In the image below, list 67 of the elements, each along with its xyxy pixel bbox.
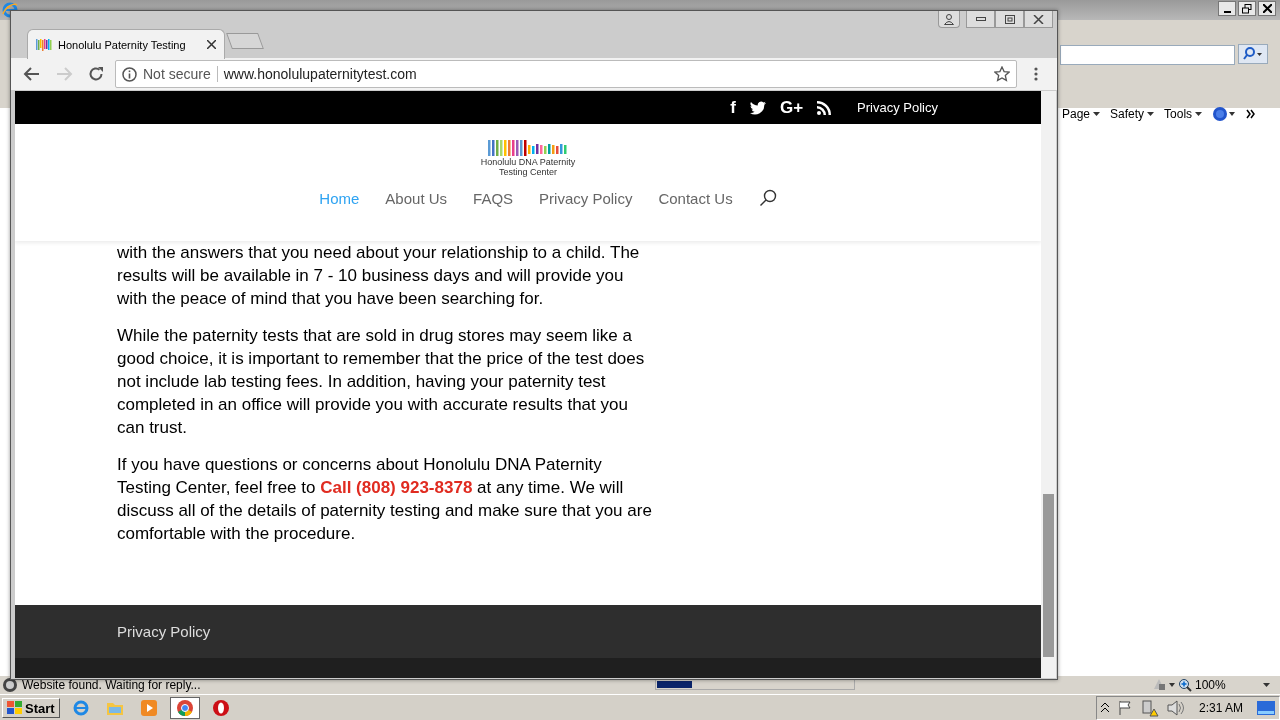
maximize-icon	[1004, 14, 1015, 24]
person-icon	[944, 13, 954, 25]
facebook-icon[interactable]: f	[730, 97, 736, 118]
minimize-icon	[975, 17, 986, 21]
address-bar[interactable]: Not secure www.honolulupaternitytest.com	[115, 60, 1017, 88]
url-text: www.honolulupaternitytest.com	[223, 66, 418, 82]
menu-button[interactable]: Page	[1062, 107, 1101, 121]
logo-text: Honolulu DNA Paternity	[480, 157, 576, 167]
nav-link[interactable]: Privacy Policy	[539, 189, 633, 207]
security-icon[interactable]	[1152, 677, 1176, 692]
search-field[interactable]	[1060, 45, 1235, 65]
paragraph: with the answers that you need about your relationship to a child. The results will be available in 7 - 10 business days and will provide you with the peace of mind that you have been searching for.	[117, 242, 641, 310]
restore-icon	[1242, 3, 1252, 14]
logo-text: Testing Center	[499, 167, 557, 177]
scroll-thumb[interactable]	[1043, 494, 1054, 657]
search-icon	[1243, 47, 1263, 61]
maximize-button[interactable]	[995, 11, 1024, 28]
minimize-button[interactable]	[1218, 1, 1236, 16]
nav-link[interactable]: FAQS	[473, 189, 514, 207]
windows-logo-icon	[7, 701, 23, 715]
flag-icon[interactable]	[1116, 700, 1133, 716]
call-link[interactable]: Call (808) 923-8378	[320, 478, 473, 497]
network-warning-icon[interactable]	[1140, 699, 1159, 717]
caret-icon	[1195, 112, 1203, 116]
caret-icon	[1093, 112, 1101, 116]
scrollbar[interactable]	[1041, 91, 1056, 678]
nav-link[interactable]: About Us	[385, 189, 448, 207]
close-icon	[1262, 4, 1272, 13]
info-icon[interactable]	[122, 66, 137, 82]
paragraph: If you have questions or concerns about Honolulu DNA Paternity Testing Center, feel free to Call (808) 923-8378 at any time. We will discuss all of the details of paternity testing and make sure that you are comfortable with the procedure.	[117, 454, 653, 545]
help-icon[interactable]	[1212, 106, 1237, 122]
search-button[interactable]	[1238, 44, 1268, 64]
more-icon[interactable]	[1246, 109, 1257, 119]
menu-button[interactable]: Safety	[1110, 107, 1155, 121]
caret-icon	[1262, 683, 1270, 687]
close-button[interactable]	[1258, 1, 1276, 16]
zoom-button[interactable]: 100%	[1178, 678, 1270, 692]
minimize-icon	[1223, 10, 1231, 13]
chrome-icon	[175, 699, 194, 717]
speaker-icon[interactable]	[1166, 700, 1185, 716]
close-button[interactable]	[1024, 11, 1053, 28]
paragraph: While the paternity tests that are sold in drug stores may seem like a good choice, it is important to remember that the price of the test does not include lab testing fees. In addition, having your paternity test completed in an office will provide you with accurate results that you can trust.	[117, 325, 646, 439]
close-icon[interactable]	[207, 40, 216, 49]
restore-button[interactable]	[1238, 1, 1256, 16]
start-button[interactable]: Start	[2, 698, 60, 718]
zoom-icon	[1178, 678, 1192, 692]
taskbar-button[interactable]	[169, 697, 200, 719]
privacy-policy-link[interactable]: Privacy Policy	[117, 623, 211, 640]
twitter-icon[interactable]	[749, 100, 766, 115]
privacy-policy-link[interactable]: Privacy Policy	[857, 100, 938, 115]
close-icon	[1033, 14, 1044, 24]
desktop-icon[interactable]	[1257, 701, 1275, 715]
profile-button[interactable]	[938, 11, 960, 28]
caret-icon	[1147, 112, 1155, 116]
search-icon[interactable]	[758, 189, 777, 207]
expand-icon[interactable]	[1100, 703, 1109, 713]
clock: 2:31 AM	[1198, 701, 1243, 715]
favicon-icon	[36, 38, 52, 51]
status-text: Website found. Waiting for reply...	[22, 678, 201, 692]
nav-link[interactable]: Contact Us	[658, 189, 733, 207]
menu-button[interactable]: Tools	[1164, 107, 1203, 121]
rss-icon[interactable]	[817, 100, 832, 115]
minimize-button[interactable]	[966, 11, 995, 28]
browser-tab[interactable]: Honolulu Paternity Testing	[27, 29, 225, 59]
star-icon[interactable]	[994, 66, 1010, 82]
security-label: Not secure	[143, 66, 211, 82]
google-plus-icon[interactable]: G+	[779, 97, 804, 118]
